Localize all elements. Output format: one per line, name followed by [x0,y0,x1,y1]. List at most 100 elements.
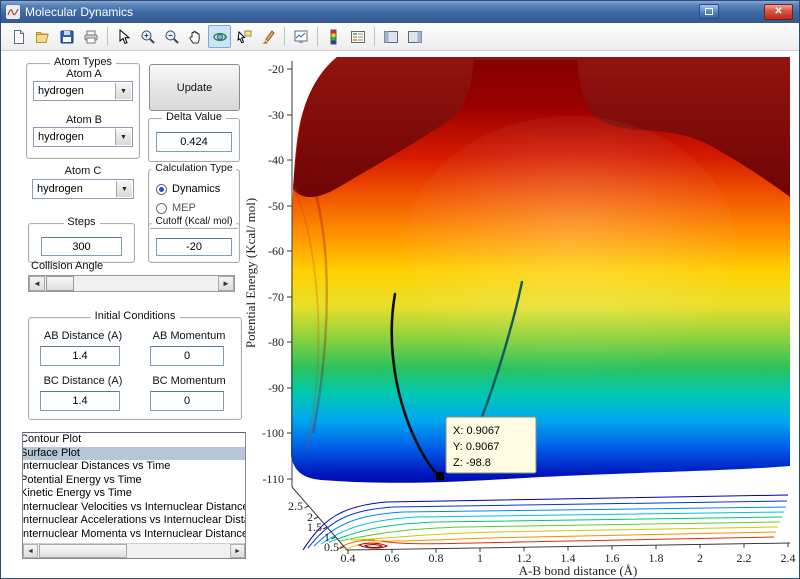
open-folder-icon [35,29,51,45]
svg-text:-80: -80 [268,335,284,349]
svg-text:0.5: 0.5 [324,540,339,554]
new-document-icon [11,29,27,45]
rotate-3d-icon [212,29,228,45]
save-button[interactable] [55,25,78,48]
svg-text:Y: 0.9067: Y: 0.9067 [453,441,500,453]
atom-b-dropdown[interactable]: hydrogen ▼ [33,127,133,147]
scroll-thumb[interactable] [39,544,127,558]
svg-text:2.5: 2.5 [288,499,303,513]
steps-field[interactable]: 300 [41,237,122,256]
y-axis-label: Potential Energy (Kcal/ mol) [243,198,258,348]
atom-c-value: hydrogen [37,183,83,195]
open-file-button[interactable] [31,25,54,48]
datatip-marker[interactable] [436,472,444,480]
data-cursor-icon [236,29,252,45]
pan-button[interactable] [184,25,207,48]
calculation-type-title: Calculation Type [151,162,236,174]
dock-icon [705,8,713,15]
zoom-out-icon [164,29,180,45]
plot-type-listbox[interactable]: Contour Plot Surface Plot Internuclear D… [22,432,246,559]
link-plots-button[interactable] [289,25,312,48]
update-button[interactable]: Update [149,64,240,111]
svg-text:-60: -60 [268,244,284,258]
svg-text:-90: -90 [268,381,284,395]
show-plot-tools-icon [407,29,423,45]
radio-dynamics[interactable]: Dynamics [156,183,220,195]
show-plot-tools-button[interactable] [403,25,426,48]
surface-plot-axes[interactable]: -20 -30 -40 -50 -60 -70 -80 -90 -100 -11… [241,51,800,579]
cutoff-field[interactable]: -20 [156,238,232,256]
steps-title: Steps [63,216,99,228]
ab-distance-field[interactable]: 1.4 [40,346,120,366]
collision-angle-label: Collision Angle [31,260,131,272]
hide-plot-tools-button[interactable] [379,25,402,48]
ab-distance-label: AB Distance (A) [35,330,131,342]
zoom-in-icon [140,29,156,45]
svg-text:2.4: 2.4 [781,551,796,565]
list-item[interactable]: Internuclear Momenta vs Internuclear Dis… [23,528,245,542]
slider-left-arrow[interactable]: ◄ [29,276,45,291]
atom-types-panel: Atom Types Atom A hydrogen ▼ Atom B hydr… [26,63,140,159]
zoom-out-button[interactable] [160,25,183,48]
edit-plot-button[interactable] [112,25,135,48]
ab-momentum-field[interactable]: 0 [150,346,224,366]
rotate-3d-button[interactable] [208,25,231,48]
list-item[interactable]: Contour Plot [23,433,245,447]
bc-distance-field[interactable]: 1.4 [40,391,120,411]
depth-tick-labels: 2.5 2 1.5 1 0.5 [288,499,339,554]
radio-dot-icon[interactable] [156,203,167,214]
atom-b-label: Atom B [27,114,141,126]
svg-text:0.8: 0.8 [429,551,444,565]
svg-text:0.4: 0.4 [341,551,356,565]
x-axis-label: A-B bond distance (Å) [519,563,638,578]
chevron-down-icon[interactable]: ▼ [116,181,132,197]
cutoff-title: Cutoff (Kcal/ mol) [151,216,236,227]
collision-angle-slider[interactable]: ◄ ► [28,275,235,292]
zoom-in-button[interactable] [136,25,159,48]
potential-energy-surface[interactable] [291,57,790,483]
list-item-selected[interactable]: Surface Plot [23,447,245,461]
slider-right-arrow[interactable]: ► [218,276,234,291]
bc-momentum-field[interactable]: 0 [150,391,224,411]
delta-value-panel: Delta Value 0.424 [148,118,240,162]
svg-text:X: 0.9067: X: 0.9067 [453,425,500,437]
list-item[interactable]: Potential Energy vs Time [23,474,245,488]
title-bar[interactable]: Molecular Dynamics [1,1,799,23]
atom-types-title: Atom Types [50,56,116,68]
radio-dot-icon[interactable] [156,184,167,195]
radio-dynamics-label: Dynamics [172,183,220,195]
print-button[interactable] [79,25,102,48]
minimize-button[interactable] [699,4,719,19]
horizontal-scrollbar[interactable]: ◄ ► [23,543,245,558]
delta-value-field[interactable]: 0.424 [156,132,232,152]
new-document-button[interactable] [7,25,30,48]
insert-legend-button[interactable] [346,25,369,48]
radio-mep[interactable]: MEP [156,202,196,214]
svg-text:-20: -20 [268,62,284,76]
datatip-tooltip: X: 0.9067 Y: 0.9067 Z: -98.8 [446,417,536,473]
svg-text:1: 1 [477,551,483,565]
initial-conditions-title: Initial Conditions [91,310,180,322]
list-item[interactable]: Internuclear Accelerations vs Internucle… [23,514,245,528]
close-button[interactable]: ✕ [764,4,793,20]
svg-text:-50: -50 [268,199,284,213]
printer-icon [83,29,99,45]
atom-a-dropdown[interactable]: hydrogen ▼ [33,81,133,101]
list-item[interactable]: Kinetic Energy vs Time [23,487,245,501]
list-item[interactable]: Internuclear Distances vs Time [23,460,245,474]
atom-a-label: Atom A [27,68,141,80]
slider-thumb[interactable] [46,276,74,291]
projected-contour-plot [303,495,788,551]
legend-icon [350,29,366,45]
app-icon [6,5,20,19]
list-item[interactable]: Internuclear Velocities vs Internuclear … [23,501,245,515]
toolbar-separator [317,27,318,46]
chevron-down-icon[interactable]: ▼ [115,129,131,145]
data-cursor-button[interactable] [232,25,255,48]
chevron-down-icon[interactable]: ▼ [115,83,131,99]
insert-colorbar-button[interactable] [322,25,345,48]
brush-button[interactable] [256,25,279,48]
scroll-left-arrow[interactable]: ◄ [23,544,38,558]
toolbar-separator [284,27,285,46]
atom-c-dropdown[interactable]: hydrogen ▼ [32,179,134,199]
